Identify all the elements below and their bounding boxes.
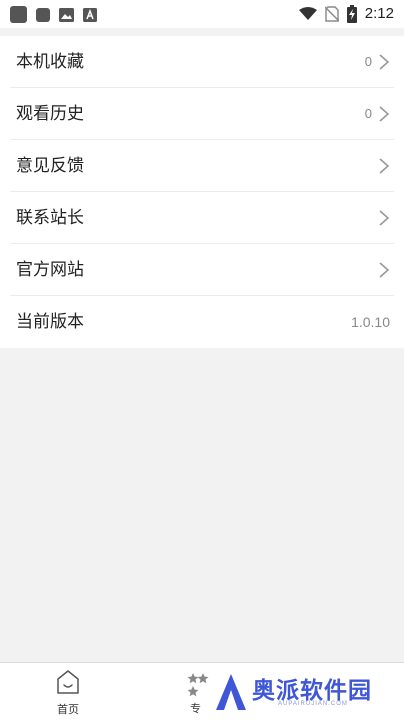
tab-home[interactable]: 首页 [38, 669, 98, 717]
favorites-count: 0 [364, 54, 372, 69]
wifi-icon [298, 7, 317, 20]
battery-charging-icon [346, 5, 357, 23]
menu-item-label: 本机收藏 [16, 52, 84, 72]
chevron-right-icon [379, 106, 390, 122]
home-smile-icon [57, 670, 79, 694]
menu-item-history[interactable]: 观看历史 0 [0, 88, 404, 140]
menu-item-label: 联系站长 [16, 208, 84, 228]
image-icon [59, 7, 74, 22]
app-square-icon [10, 6, 27, 23]
notification-square-icon [36, 7, 50, 22]
status-time: 2:12 [364, 5, 394, 22]
bottom-tab-bar: 首页 专 奥派软件园 AUPAIRUJIAN.COM [0, 662, 404, 720]
menu-item-contact[interactable]: 联系站长 [0, 192, 404, 244]
status-bar: 2:12 [0, 0, 404, 28]
menu-item-favorites[interactable]: 本机收藏 0 [0, 36, 404, 88]
menu-item-official-site[interactable]: 官方网站 [0, 244, 404, 296]
chevron-right-icon [379, 210, 390, 226]
menu-item-version: 当前版本 1.0.10 [0, 296, 404, 348]
status-bar-right: 2:12 [298, 4, 394, 24]
watermark: 奥派软件园 AUPAIRUJIAN.COM [214, 670, 400, 714]
tab-topic-label: 专 [190, 702, 201, 715]
tab-home-label: 首页 [57, 703, 79, 716]
menu-item-feedback[interactable]: 意见反馈 [0, 140, 404, 192]
chevron-right-icon [379, 54, 390, 70]
text-a-icon [83, 7, 97, 22]
menu-item-label: 当前版本 [16, 312, 84, 332]
settings-menu: 本机收藏 0 观看历史 0 意见反馈 联系站长 官方网站 当前版本 1.0.10 [0, 36, 404, 348]
menu-item-label: 观看历史 [16, 104, 84, 124]
watermark-subtext: AUPAIRUJIAN.COM [278, 701, 348, 707]
status-bar-left [10, 6, 97, 23]
chevron-right-icon [379, 158, 390, 174]
watermark-logo-icon [216, 674, 246, 710]
chevron-right-icon [379, 262, 390, 278]
no-sim-icon [324, 6, 339, 22]
tab-topic[interactable]: 专 [186, 671, 216, 717]
menu-item-label: 官方网站 [16, 260, 84, 280]
version-number: 1.0.10 [351, 314, 390, 330]
watermark-text: 奥派软件园 [252, 678, 372, 704]
star-icon [187, 673, 209, 697]
history-count: 0 [364, 106, 372, 121]
menu-item-label: 意见反馈 [16, 156, 84, 176]
